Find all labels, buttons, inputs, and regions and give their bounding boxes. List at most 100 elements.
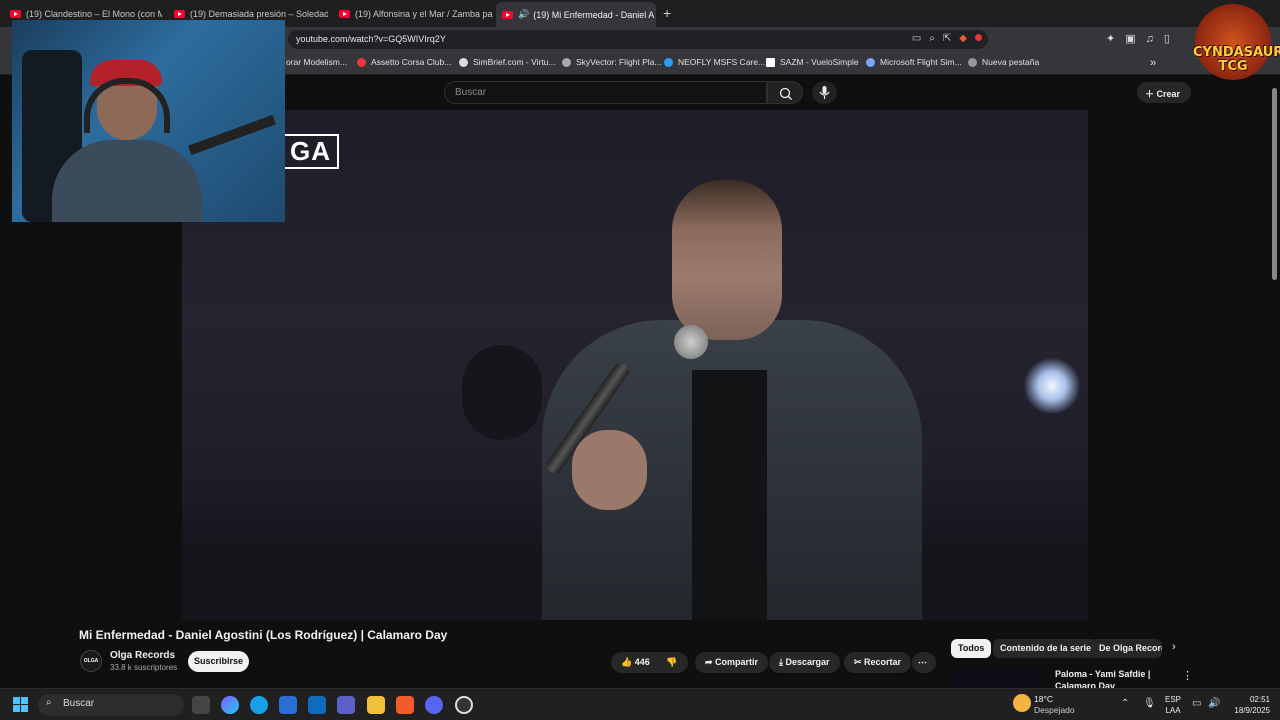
bookmark-label: orar Modelism... xyxy=(286,57,347,67)
clock-date: 18/9/2025 xyxy=(1234,706,1270,715)
mic-icon xyxy=(819,86,830,99)
new-tab-button[interactable]: + xyxy=(663,5,671,21)
create-button[interactable]: ＋ Crear xyxy=(1137,82,1191,103)
search-icon xyxy=(779,87,792,100)
bookmark-nueva-pestana[interactable]: Nueva pestaña xyxy=(968,57,1039,67)
task-view-icon[interactable] xyxy=(192,696,210,714)
bookmark-label: Microsoft Flight Sim... xyxy=(880,57,962,67)
language-indicator[interactable]: ESP LAA xyxy=(1165,694,1181,716)
system-clock[interactable]: 02:51 18/9/2025 xyxy=(1228,694,1270,716)
extensions-icon[interactable]: ✦ xyxy=(1106,33,1125,45)
microphone-head xyxy=(674,325,708,359)
url-field[interactable]: youtube.com/watch?v=GQ5WIVIrq2Y ▭⌕⇱◆ xyxy=(288,30,988,49)
brave-shield-icon[interactable]: ◆ xyxy=(959,33,975,44)
bookmark-simbrief[interactable]: SimBrief.com - Virtu... xyxy=(459,57,556,67)
bookmark-skyvector[interactable]: SkyVector: Flight Pla... xyxy=(562,57,662,67)
store-icon[interactable] xyxy=(279,696,297,714)
tray-mic-icon[interactable]: 🎙 xyxy=(1143,698,1156,709)
channel-name[interactable]: Olga Records xyxy=(110,650,175,661)
subscribe-button[interactable]: Suscribirse xyxy=(188,651,249,672)
copilot-icon[interactable] xyxy=(221,696,239,714)
channel-avatar[interactable]: OLGA xyxy=(80,650,102,672)
bookmark-neofly[interactable]: NEOFLY MSFS Care... xyxy=(664,57,765,67)
tray-overflow-icon[interactable]: ⌃ xyxy=(1121,698,1129,709)
chip-contenido-serie[interactable]: Contenido de la serie xyxy=(993,639,1099,658)
bookmark-label: SimBrief.com - Virtu... xyxy=(473,57,556,67)
tab-alfonsina[interactable]: (19) Alfonsina y el Mar / Zamba para xyxy=(333,3,493,25)
chip-olga-records[interactable]: De Olga Records xyxy=(1092,639,1162,658)
download-label: Descargar xyxy=(785,657,830,667)
youtube-icon xyxy=(174,10,185,18)
bookmark-modelismo[interactable]: orar Modelism... xyxy=(286,57,347,67)
bookmark-label: NEOFLY MSFS Care... xyxy=(678,57,766,67)
video-player[interactable]: GA xyxy=(182,110,1088,620)
sidebar-icon[interactable]: ▣ xyxy=(1125,33,1145,45)
more-actions-icon[interactable]: ⋯ xyxy=(912,652,936,673)
neofly-icon xyxy=(664,57,673,67)
tab-label: (19) Mi Enfermedad - Daniel A xyxy=(533,9,655,20)
panel-icon[interactable]: ▯ xyxy=(1164,33,1180,45)
tab-label: (19) Clandestino – El Mono (con Mex xyxy=(26,9,162,19)
scissors-icon: ✂ xyxy=(854,657,865,667)
outlook-icon[interactable] xyxy=(308,696,326,714)
weather-moon-icon[interactable] xyxy=(1013,694,1031,712)
clip-button[interactable]: ✂ Recortar xyxy=(844,652,912,673)
mic-arm xyxy=(188,114,276,156)
search-input[interactable]: Buscar xyxy=(444,81,767,104)
edge-icon[interactable] xyxy=(250,696,268,714)
search-icon: ⌕ xyxy=(46,697,52,708)
chevron-right-icon[interactable]: › xyxy=(1172,641,1176,653)
volume-icon[interactable]: 🔊 xyxy=(1208,698,1220,709)
tab-mi-enfermedad[interactable]: 🔊 (19) Mi Enfermedad - Daniel A ✕ xyxy=(496,2,656,27)
sazm-icon xyxy=(766,57,775,67)
windows-start-icon[interactable] xyxy=(13,697,29,713)
alert-badge-icon[interactable] xyxy=(975,34,982,41)
subscriber-count: 33.8 k suscriptores xyxy=(110,663,178,672)
youtube-icon xyxy=(10,10,21,18)
music-icon[interactable]: ♫ xyxy=(1146,33,1164,45)
create-label: Crear xyxy=(1156,89,1181,99)
clock-time: 02:51 xyxy=(1249,695,1270,704)
stage-spotlight xyxy=(1024,358,1080,414)
bookmark-msfs[interactable]: Microsoft Flight Sim... xyxy=(866,57,962,67)
discord-icon[interactable] xyxy=(425,696,443,714)
zoom-icon[interactable]: ⌕ xyxy=(929,33,943,44)
taskbar-search-label: Buscar xyxy=(63,698,95,709)
thumbs-down-icon[interactable]: 👎 xyxy=(666,657,677,667)
taskbar-search[interactable]: ⌕ Buscar xyxy=(38,694,184,716)
weather-desc[interactable]: Despejado xyxy=(1034,705,1075,715)
page-scrollbar[interactable] xyxy=(1272,88,1277,280)
recommendation-thumbnail[interactable] xyxy=(951,670,1041,688)
recommendation-menu-icon[interactable]: ⋮ xyxy=(1182,669,1193,682)
weather-temp[interactable]: 18°C xyxy=(1034,694,1053,704)
language-code: ESP xyxy=(1165,695,1182,704)
like-button[interactable]: 👍 446 👎 xyxy=(611,652,688,673)
bookmark-sazm[interactable]: SAZM - VueloSimple xyxy=(766,57,859,67)
more-bookmarks-icon[interactable]: » xyxy=(1150,57,1156,69)
bookmark-assetto-corsa[interactable]: Assetto Corsa Club... xyxy=(357,57,451,67)
thumbs-up-icon: 👍 xyxy=(621,657,635,667)
globe-icon xyxy=(968,57,977,67)
tab-label: (19) Alfonsina y el Mar / Zamba para xyxy=(355,9,493,19)
obs-icon[interactable] xyxy=(455,696,473,714)
stage-lamp xyxy=(462,345,542,440)
share-label: Compartir xyxy=(715,657,759,667)
singer-shirt xyxy=(692,370,767,620)
download-button[interactable]: ⤓ Descargar xyxy=(769,652,840,673)
search-button[interactable] xyxy=(767,81,803,104)
share-button[interactable]: ➦ Compartir xyxy=(695,652,769,673)
voice-search-button[interactable] xyxy=(812,81,837,104)
network-icon[interactable]: ▭ xyxy=(1192,698,1201,709)
share-icon[interactable]: ⇱ xyxy=(943,33,959,44)
cast-icon[interactable]: ▭ xyxy=(912,33,929,44)
brave-icon[interactable] xyxy=(396,696,414,714)
toolbar-right-icons: ✦▣♫▯ xyxy=(1106,32,1180,45)
chip-todos[interactable]: Todos xyxy=(951,639,992,658)
webcam-overlay xyxy=(12,20,285,222)
bookmark-label: SAZM - VueloSimple xyxy=(780,57,859,67)
file-explorer-icon[interactable] xyxy=(367,696,385,714)
singer xyxy=(542,180,922,620)
teams-icon[interactable] xyxy=(337,696,355,714)
speaker-icon: 🔊 xyxy=(518,9,530,19)
cyndasaur-logo: CYNDASAUR TCG xyxy=(1193,4,1280,102)
